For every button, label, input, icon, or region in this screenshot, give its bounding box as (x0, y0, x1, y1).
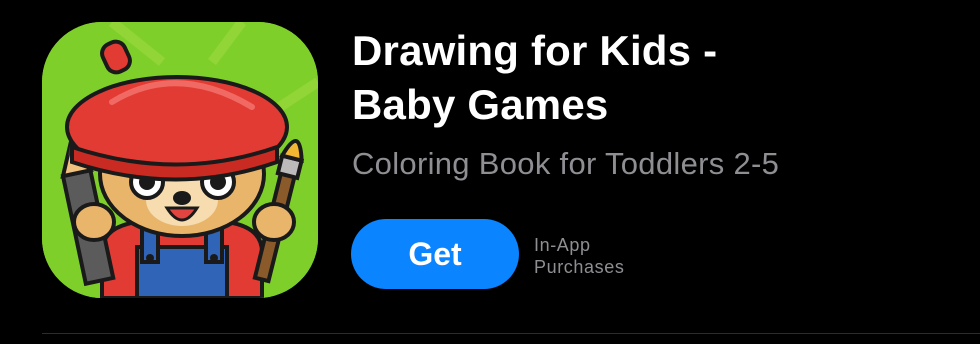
iap-line-1: In-App (534, 235, 591, 255)
app-subtitle: Coloring Book for Toddlers 2-5 (352, 146, 780, 181)
app-header: Drawing for Kids - Baby Games Coloring B… (0, 0, 980, 344)
app-title-line-2: Baby Games (352, 81, 609, 128)
app-title: Drawing for Kids - Baby Games (352, 24, 952, 132)
app-icon[interactable] (42, 22, 318, 298)
get-button[interactable]: Get (351, 219, 519, 289)
in-app-purchases-note: In-App Purchases (534, 234, 624, 278)
divider (42, 333, 980, 334)
iap-line-2: Purchases (534, 257, 625, 277)
app-title-line-1: Drawing for Kids - (352, 27, 718, 74)
bear-artist-icon (42, 22, 318, 298)
